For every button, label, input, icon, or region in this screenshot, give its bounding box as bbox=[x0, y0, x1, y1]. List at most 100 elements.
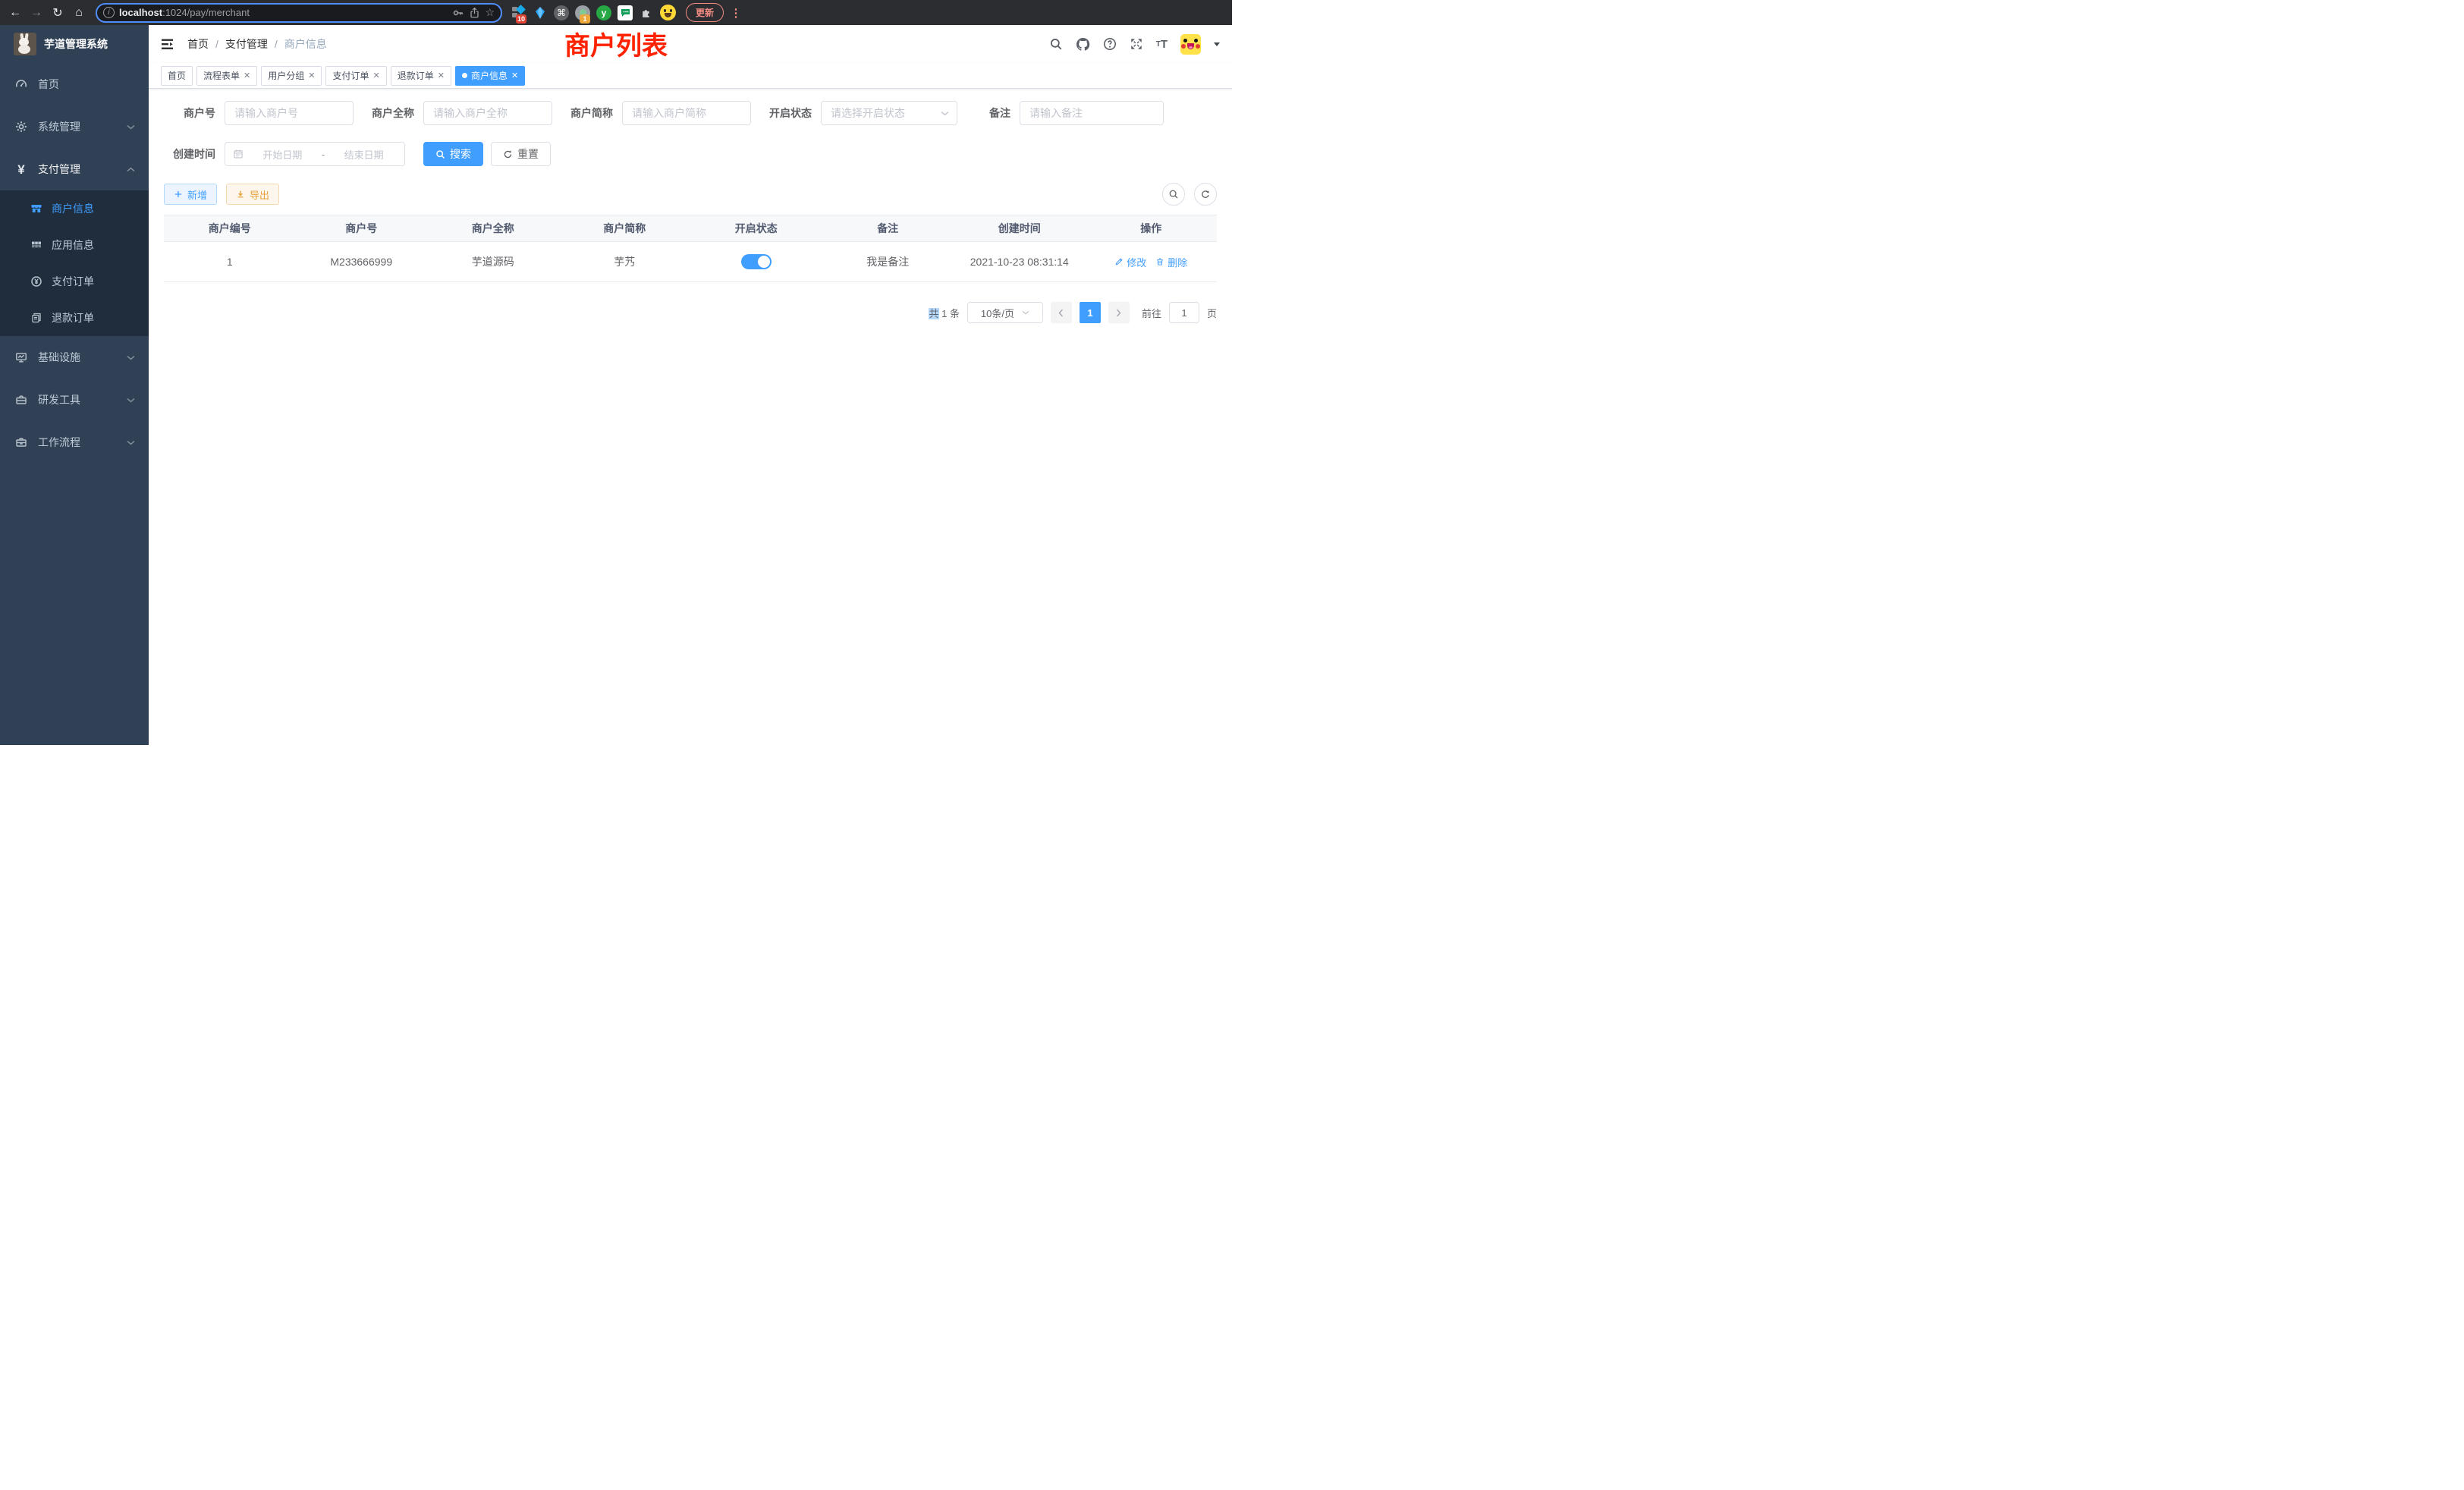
help-icon[interactable] bbox=[1103, 37, 1117, 51]
col-header: 商户简称 bbox=[559, 221, 691, 236]
browser-menu-icon[interactable]: ⋮ bbox=[730, 6, 742, 20]
chevron-right-icon bbox=[1116, 309, 1121, 317]
browser-update-button[interactable]: 更新 bbox=[686, 3, 724, 22]
sidebar-item-refund-order[interactable]: 退款订单 bbox=[0, 300, 149, 336]
sidebar-item-pay-order[interactable]: 支付订单 bbox=[0, 263, 149, 300]
fullscreen-icon[interactable] bbox=[1130, 37, 1143, 51]
tag-process-form[interactable]: 流程表单 ✕ bbox=[196, 66, 257, 86]
next-page-button[interactable] bbox=[1108, 302, 1130, 323]
browser-reload-icon[interactable]: ↻ bbox=[49, 4, 67, 22]
goto-page-input[interactable] bbox=[1169, 302, 1199, 323]
close-icon[interactable]: ✕ bbox=[308, 71, 315, 80]
search-button[interactable]: 搜索 bbox=[423, 142, 483, 166]
site-info-icon[interactable]: i bbox=[103, 7, 115, 18]
full-name-label: 商户全称 bbox=[372, 105, 414, 121]
sidebar-item-app-info[interactable]: 应用信息 bbox=[0, 227, 149, 263]
page-size-select[interactable]: 10条/页 bbox=[967, 302, 1043, 323]
url-bar[interactable]: i localhost:1024/pay/merchant ☆ bbox=[96, 3, 502, 23]
cell-merchant-no: M233666999 bbox=[296, 256, 428, 268]
extension-notifier-icon[interactable]: 1 bbox=[574, 4, 592, 22]
edit-button[interactable]: 修改 bbox=[1114, 255, 1146, 269]
profile-emoji-icon[interactable] bbox=[658, 4, 677, 22]
tag-merchant-info[interactable]: 商户信息 ✕ bbox=[455, 66, 525, 86]
sidebar-item-merchant-info[interactable]: 商户信息 bbox=[0, 190, 149, 227]
short-name-input[interactable] bbox=[622, 101, 751, 125]
breadcrumb: 首页 / 支付管理 / 商户信息 bbox=[187, 36, 327, 52]
close-icon[interactable]: ✕ bbox=[373, 71, 380, 80]
sidebar-logo-row[interactable]: 芋道管理系统 bbox=[0, 25, 149, 63]
notification-badge: 1 bbox=[580, 14, 590, 24]
page-unit-label: 页 bbox=[1207, 306, 1217, 320]
browser-home-icon[interactable]: ⌂ bbox=[70, 4, 88, 22]
extension-badge: 10 bbox=[516, 14, 526, 24]
remark-input[interactable] bbox=[1020, 101, 1164, 125]
export-button[interactable]: 导出 bbox=[226, 184, 279, 205]
avatar[interactable] bbox=[1180, 34, 1201, 55]
sidebar-item-home[interactable]: 首页 bbox=[0, 63, 149, 105]
header-search-icon[interactable] bbox=[1049, 37, 1063, 51]
table-toolbar: 新增 导出 bbox=[149, 183, 1232, 206]
merchant-no-label: 商户号 bbox=[164, 105, 215, 121]
browser-forward-icon[interactable]: → bbox=[27, 4, 46, 22]
breadcrumb-home[interactable]: 首页 bbox=[187, 36, 209, 52]
sidebar-item-workflow[interactable]: 工作流程 bbox=[0, 421, 149, 464]
share-icon[interactable] bbox=[469, 7, 480, 18]
delete-button[interactable]: 删除 bbox=[1155, 255, 1187, 269]
breadcrumb-separator: / bbox=[215, 38, 218, 50]
reset-button[interactable]: 重置 bbox=[491, 142, 551, 166]
breadcrumb-section[interactable]: 支付管理 bbox=[225, 36, 268, 52]
sidebar-item-infra[interactable]: 基础设施 bbox=[0, 336, 149, 379]
sidebar-item-devtools[interactable]: 研发工具 bbox=[0, 379, 149, 421]
tag-home[interactable]: 首页 bbox=[161, 66, 193, 86]
url-text[interactable]: localhost:1024/pay/merchant bbox=[119, 7, 448, 18]
search-icon bbox=[1168, 189, 1179, 200]
merchant-no-input[interactable] bbox=[225, 101, 354, 125]
add-button[interactable]: 新增 bbox=[164, 184, 217, 205]
tags-view: 首页 流程表单 ✕ 用户分组 ✕ 支付订单 ✕ 退款订单 ✕ 商户信息 ✕ bbox=[149, 63, 1232, 89]
date-range-picker[interactable]: 开始日期 - 结束日期 bbox=[225, 142, 405, 166]
chevron-down-icon bbox=[127, 355, 135, 360]
full-name-input[interactable] bbox=[423, 101, 552, 125]
cell-id: 1 bbox=[164, 256, 296, 268]
rabbit-logo bbox=[14, 33, 36, 55]
status-select[interactable]: 请选择开启状态 bbox=[821, 101, 957, 125]
hamburger-icon[interactable] bbox=[161, 38, 175, 51]
toggle-search-button[interactable] bbox=[1162, 183, 1185, 206]
tag-pay-order[interactable]: 支付订单 ✕ bbox=[325, 66, 386, 86]
date-start-placeholder: 开始日期 bbox=[250, 147, 316, 162]
chevron-down-icon bbox=[941, 111, 949, 116]
sidebar-item-label: 首页 bbox=[38, 77, 59, 92]
chevron-down-icon bbox=[127, 440, 135, 445]
close-icon[interactable]: ✕ bbox=[244, 71, 250, 80]
refresh-button[interactable] bbox=[1194, 183, 1217, 206]
extension-chat-icon[interactable] bbox=[616, 4, 634, 22]
extension-gem-icon[interactable] bbox=[531, 4, 549, 22]
tag-refund-order[interactable]: 退款订单 ✕ bbox=[391, 66, 451, 86]
prev-page-button[interactable] bbox=[1051, 302, 1072, 323]
sidebar-item-system[interactable]: 系统管理 bbox=[0, 105, 149, 148]
extension-command-icon[interactable]: ⌘ bbox=[552, 4, 570, 22]
bookmark-star-icon[interactable]: ☆ bbox=[485, 6, 495, 19]
close-icon[interactable]: ✕ bbox=[511, 71, 518, 80]
pagination: 共 1 条 10条/页 1 前往 页 bbox=[149, 302, 1232, 323]
status-toggle[interactable] bbox=[741, 254, 772, 269]
browser-back-icon[interactable]: ← bbox=[6, 4, 24, 22]
extension-y-icon[interactable]: y bbox=[595, 4, 613, 22]
sidebar-item-label: 应用信息 bbox=[52, 237, 94, 253]
cell-create-time: 2021-10-23 08:31:14 bbox=[954, 256, 1086, 268]
store-icon bbox=[30, 203, 42, 215]
extensions-puzzle-icon[interactable] bbox=[637, 4, 655, 22]
trash-icon bbox=[1155, 257, 1164, 266]
close-icon[interactable]: ✕ bbox=[438, 71, 445, 80]
extension-tiles-icon[interactable]: 10 bbox=[510, 4, 528, 22]
github-icon[interactable] bbox=[1076, 37, 1090, 52]
page-number-1[interactable]: 1 bbox=[1080, 302, 1101, 323]
avatar-caret-icon[interactable] bbox=[1214, 42, 1220, 46]
browser-toolbar: ← → ↻ ⌂ i localhost:1024/pay/merchant ☆ … bbox=[0, 0, 1232, 25]
gear-icon bbox=[15, 121, 27, 133]
font-size-icon[interactable]: TT bbox=[1156, 38, 1168, 51]
sidebar-item-pay[interactable]: ¥ 支付管理 bbox=[0, 148, 149, 190]
tag-user-group[interactable]: 用户分组 ✕ bbox=[261, 66, 322, 86]
col-header: 操作 bbox=[1086, 221, 1218, 236]
key-icon[interactable] bbox=[452, 7, 464, 19]
